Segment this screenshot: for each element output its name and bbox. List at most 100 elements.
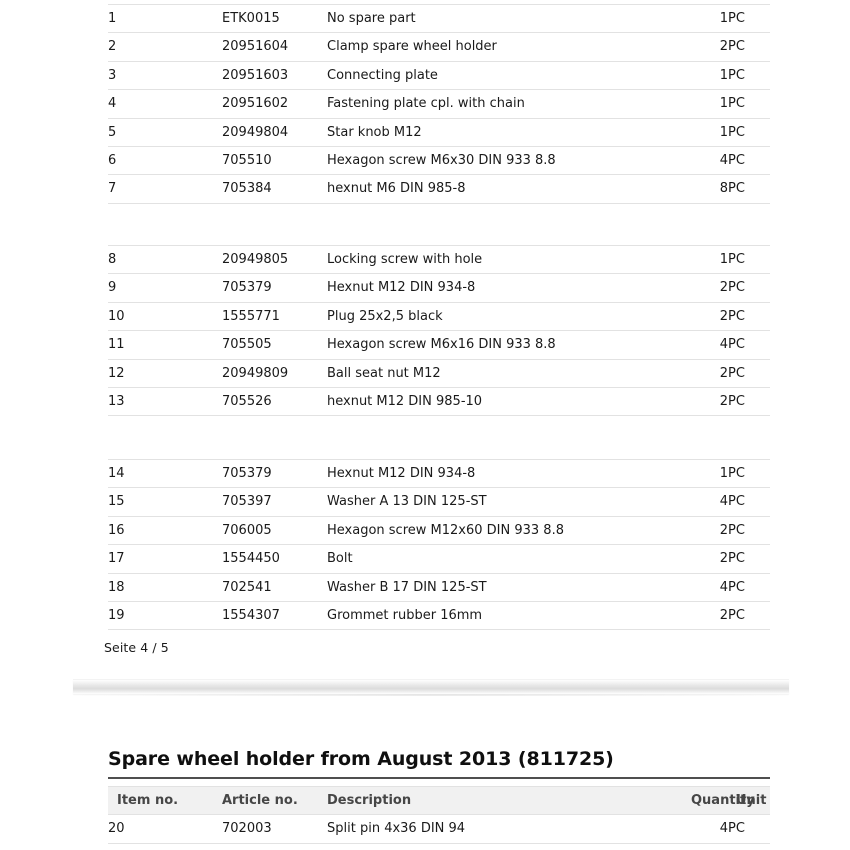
table-row: 4 20951602 Fastening plate cpl. with cha… [108,89,770,119]
page-footer: Seite 4 / 5 [104,640,169,655]
cell-item-no: 19 [108,601,222,631]
cell-unit: PC [728,544,770,574]
cell-article-no: 20951602 [222,89,327,119]
table-row: 15 705397 Washer A 13 DIN 125-ST 4 PC [108,487,770,517]
cell-quantity: 4 [691,330,728,360]
cell-article-no: 20951603 [222,60,327,90]
cell-description: Fastening plate cpl. with chain [327,89,691,119]
section-heading: Spare wheel holder from August 2013 (811… [108,748,770,779]
parts-table-block-3: 14 705379 Hexnut M12 DIN 934-8 1 PC 15 7… [108,458,770,631]
cell-item-no: 4 [108,89,222,119]
cell-quantity: 4 [691,146,728,175]
parts-table-body: 20 702003 Split pin 4x36 DIN 94 4 PC [108,814,770,844]
cell-description: Hexagon screw M6x16 DIN 933 8.8 [327,330,691,360]
cell-quantity: 2 [691,32,728,62]
cell-unit: PC [728,358,770,388]
cell-unit: PC [728,89,770,119]
cell-description: Hexnut M12 DIN 934-8 [327,458,691,488]
cell-description: Ball seat nut M12 [327,358,691,388]
cell-item-no: 20 [108,814,222,844]
cell-unit: PC [728,814,770,844]
cell-description: Washer B 17 DIN 125-ST [327,572,691,602]
cell-quantity: 2 [691,358,728,388]
cell-quantity: 1 [691,89,728,119]
cell-unit: PC [728,515,770,545]
parts-table-block-4: Item no. Article no. Description Quantit… [108,785,770,844]
cell-item-no: 3 [108,60,222,90]
cell-description: Washer A 13 DIN 125-ST [327,487,691,517]
cell-quantity: 1 [691,3,728,33]
table-row: 19 1554307 Grommet rubber 16mm 2 PC [108,601,770,631]
cell-item-no: 15 [108,487,222,517]
cell-article-no: 1554450 [222,544,327,574]
cell-description: Grommet rubber 16mm [327,601,691,631]
parts-table-body: 8 20949805 Locking screw with hole 1 PC … [108,244,770,417]
cell-article-no: 705397 [222,487,327,517]
cell-unit: PC [728,487,770,517]
cell-description: No spare part [327,3,691,33]
cell-quantity: 2 [691,515,728,545]
cell-quantity: 4 [691,814,728,844]
cell-unit: PC [728,458,770,488]
table-row: 5 20949804 Star knob M12 1 PC [108,117,770,147]
cell-quantity: 4 [691,487,728,517]
table-row: 2 20951604 Clamp spare wheel holder 2 PC [108,32,770,62]
table-row: 16 706005 Hexagon screw M12x60 DIN 933 8… [108,515,770,545]
cell-article-no: 705379 [222,458,327,488]
cell-item-no: 13 [108,387,222,417]
cell-description: Hexnut M12 DIN 934-8 [327,273,691,303]
cell-article-no: 705510 [222,146,327,175]
table-row: 8 20949805 Locking screw with hole 1 PC [108,244,770,274]
cell-item-no: 7 [108,174,222,204]
cell-item-no: 18 [108,572,222,602]
cell-description: hexnut M12 DIN 985-10 [327,387,691,417]
cell-article-no: 20949805 [222,244,327,274]
cell-item-no: 16 [108,515,222,545]
cell-description: Plug 25x2,5 black [327,301,691,331]
table-row: 1 ETK0015 No spare part 1 PC [108,3,770,33]
cell-unit: PC [728,244,770,274]
cell-description: Split pin 4x36 DIN 94 [327,814,691,844]
table-row: 17 1554450 Bolt 2 PC [108,544,770,574]
cell-description: Connecting plate [327,60,691,90]
cell-article-no: 1555771 [222,301,327,331]
cell-quantity: 2 [691,273,728,303]
cell-article-no: 706005 [222,515,327,545]
cell-quantity: 2 [691,601,728,631]
cell-article-no: 705379 [222,273,327,303]
parts-table-body: 14 705379 Hexnut M12 DIN 934-8 1 PC 15 7… [108,458,770,631]
cell-unit: PC [728,301,770,331]
cell-item-no: 10 [108,301,222,331]
cell-item-no: 12 [108,358,222,388]
table-row: 9 705379 Hexnut M12 DIN 934-8 2 PC [108,273,770,303]
parts-table-head: Item no. Article no. Description Quantit… [108,785,770,816]
cell-quantity: 1 [691,60,728,90]
cell-unit: PC [728,387,770,417]
cell-unit: PC [728,601,770,631]
page-break-separator [73,679,789,696]
cell-item-no: 2 [108,32,222,62]
column-header-description: Description [327,785,691,816]
cell-unit: PC [728,3,770,33]
document-page: 1 ETK0015 No spare part 1 PC 2 20951604 … [0,0,850,850]
table-row: 12 20949809 Ball seat nut M12 2 PC [108,358,770,388]
parts-table-block-2: 8 20949805 Locking screw with hole 1 PC … [108,244,770,417]
cell-article-no: 20949804 [222,117,327,147]
cell-unit: PC [728,117,770,147]
cell-article-no: 20949809 [222,358,327,388]
cell-quantity: 1 [691,458,728,488]
cell-item-no: 6 [108,146,222,175]
cell-item-no: 8 [108,244,222,274]
cell-description: Hexagon screw M6x30 DIN 933 8.8 [327,146,691,175]
table-row: 14 705379 Hexnut M12 DIN 934-8 1 PC [108,458,770,488]
cell-unit: PC [728,146,770,175]
cell-item-no: 14 [108,458,222,488]
table-row: 7 705384 hexnut M6 DIN 985-8 8 PC [108,174,770,204]
table-row: 18 702541 Washer B 17 DIN 125-ST 4 PC [108,572,770,602]
table-row: 10 1555771 Plug 25x2,5 black 2 PC [108,301,770,331]
cell-unit: PC [728,330,770,360]
column-header-quantity: Quantity [691,785,755,816]
cell-description: Locking screw with hole [327,244,691,274]
table-row: 20 702003 Split pin 4x36 DIN 94 4 PC [108,814,770,844]
table-row: 6 705510 Hexagon screw M6x30 DIN 933 8.8… [108,146,770,175]
